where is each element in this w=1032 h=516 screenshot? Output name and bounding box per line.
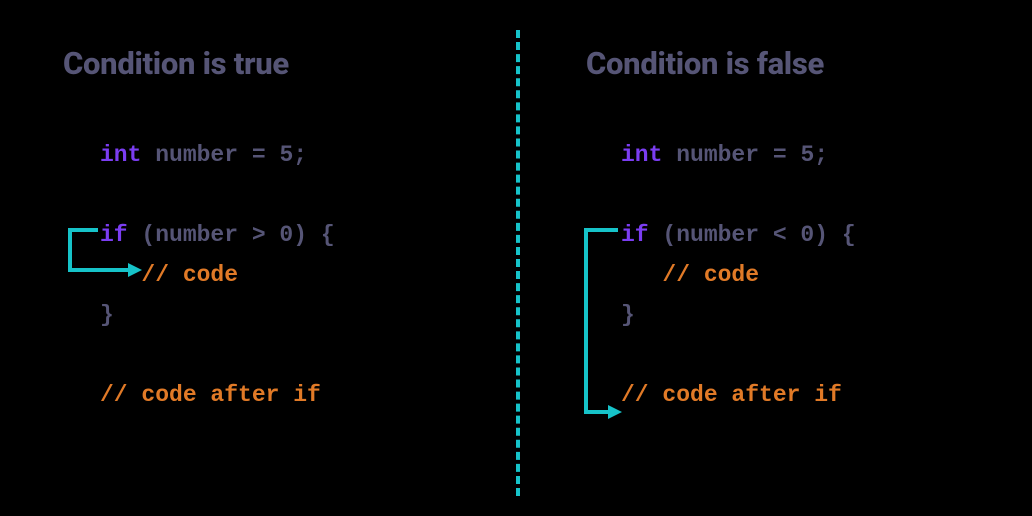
brace-close: } [100, 302, 114, 328]
keyword-if: if [100, 222, 128, 248]
panel-condition-false: Condition is false int number = 5; if (n… [516, 0, 1032, 516]
comment-code: // code [621, 262, 759, 288]
code-line: // code after if [100, 375, 335, 415]
code-line-blank [100, 175, 335, 215]
code-line: if (number > 0) { [100, 215, 335, 255]
code-line: int number = 5; [100, 135, 335, 175]
code-line: // code after if [621, 375, 856, 415]
code-line: // code [100, 255, 335, 295]
code-text: (number > 0) { [128, 222, 335, 248]
brace-close: } [621, 302, 635, 328]
code-line: } [621, 295, 856, 335]
heading-right: Condition is false [586, 45, 824, 82]
code-line: if (number < 0) { [621, 215, 856, 255]
vertical-divider [516, 30, 520, 496]
code-text: number = 5; [141, 142, 307, 168]
code-block-left: int number = 5; if (number > 0) { // cod… [100, 135, 335, 415]
code-text: (number < 0) { [649, 222, 856, 248]
code-line-blank [621, 175, 856, 215]
diagram-container: Condition is true int number = 5; if (nu… [0, 0, 1032, 516]
keyword-int: int [621, 142, 662, 168]
comment-after-if: // code after if [621, 382, 842, 408]
code-text: number = 5; [662, 142, 828, 168]
code-line: // code [621, 255, 856, 295]
code-line-blank [621, 335, 856, 375]
code-line: int number = 5; [621, 135, 856, 175]
code-line-blank [100, 335, 335, 375]
panel-condition-true: Condition is true int number = 5; if (nu… [0, 0, 516, 516]
comment-after-if: // code after if [100, 382, 321, 408]
code-block-right: int number = 5; if (number < 0) { // cod… [621, 135, 856, 415]
heading-left: Condition is true [63, 45, 289, 82]
keyword-if: if [621, 222, 649, 248]
comment-code: // code [100, 262, 238, 288]
keyword-int: int [100, 142, 141, 168]
code-line: } [100, 295, 335, 335]
